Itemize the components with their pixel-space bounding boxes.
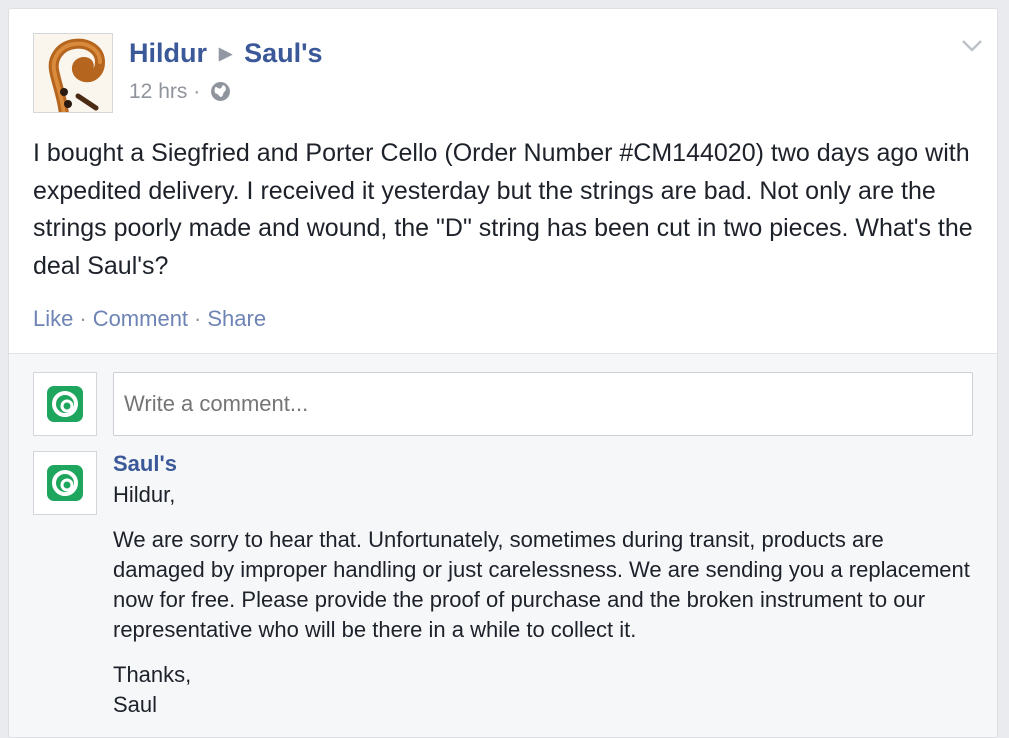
author-avatar[interactable]: [33, 33, 113, 113]
chevron-down-icon[interactable]: [961, 39, 983, 58]
reply-signature: Saul: [113, 692, 158, 717]
meta-separator: ·: [193, 80, 201, 103]
share-link[interactable]: Share: [207, 306, 266, 331]
post-actions: Like · Comment · Share: [33, 306, 266, 332]
post-card: Hildur ▶ Saul's 12 hrs · I bought a Siegfr…: [8, 8, 998, 738]
comments-section: Saul's Hildur, We are sorry to hear that…: [9, 353, 997, 737]
reply-greeting: Hildur,: [113, 482, 176, 507]
comment-link[interactable]: Comment: [93, 306, 188, 331]
action-separator: ·: [194, 306, 202, 331]
author-name-link[interactable]: Hildur: [129, 38, 207, 68]
globe-icon[interactable]: [210, 81, 231, 108]
brand-logo-icon: [47, 465, 83, 501]
post-title: Hildur ▶ Saul's: [129, 38, 323, 69]
like-link[interactable]: Like: [33, 306, 73, 331]
cello-scroll-image: [34, 34, 112, 112]
brand-logo-icon: [47, 386, 83, 422]
reply-text: Hildur, We are sorry to hear that. Unfor…: [113, 480, 973, 720]
reply-author-name[interactable]: Saul's: [113, 451, 177, 477]
arrow-right-icon: ▶: [219, 44, 233, 63]
target-page-link[interactable]: Saul's: [244, 38, 322, 68]
post-body-text: I bought a Siegfried and Porter Cello (O…: [33, 139, 973, 280]
post-meta: 12 hrs ·: [129, 80, 231, 108]
action-separator: ·: [79, 306, 87, 331]
reply-author-avatar[interactable]: [33, 451, 97, 515]
reply-message: We are sorry to hear that. Unfortunately…: [113, 527, 970, 642]
timestamp-link[interactable]: 12 hrs: [129, 80, 187, 103]
post-header: Hildur ▶ Saul's 12 hrs ·: [33, 33, 973, 113]
commenter-avatar[interactable]: [33, 372, 97, 436]
reply-signoff: Thanks,: [113, 662, 192, 687]
comment-input[interactable]: [113, 372, 973, 436]
